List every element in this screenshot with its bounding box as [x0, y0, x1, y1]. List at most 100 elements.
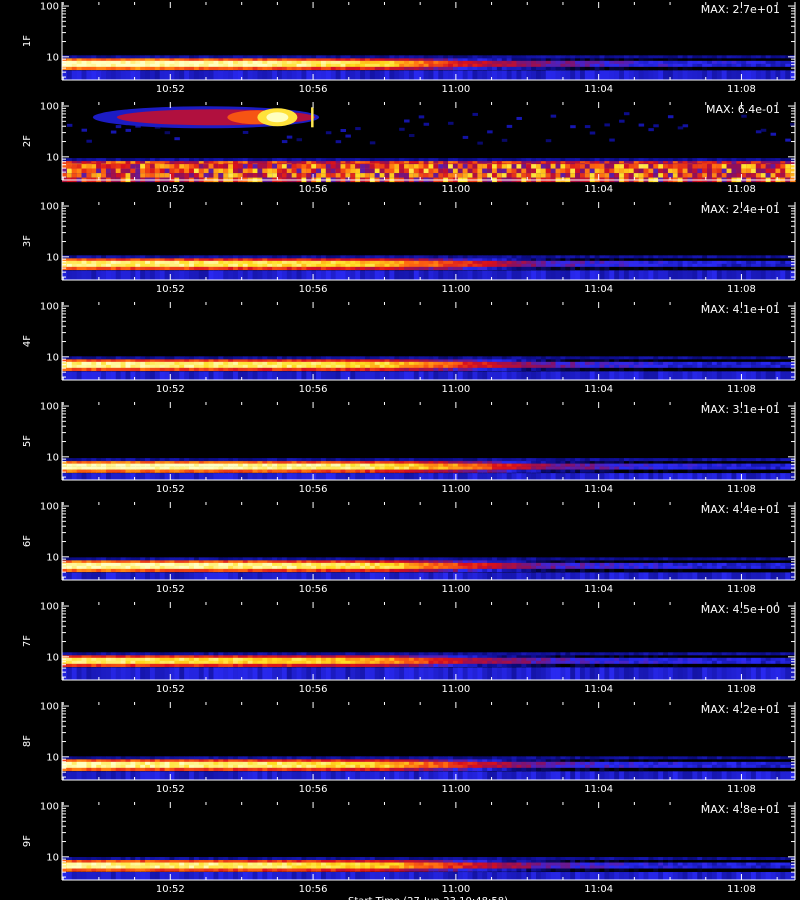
low-band-cell	[604, 371, 610, 380]
band-cell	[702, 260, 708, 265]
halo-cell	[452, 55, 459, 59]
band-cell	[692, 266, 698, 271]
low-band-cell	[233, 70, 239, 80]
band-cell	[120, 466, 127, 470]
band-cell	[511, 266, 518, 271]
band-cell	[521, 60, 527, 65]
band-cell	[731, 60, 737, 65]
band-cell	[345, 63, 351, 68]
band-cell	[184, 469, 190, 473]
halo-cell	[482, 55, 488, 59]
noise-cell	[619, 164, 625, 169]
noise-cell	[570, 164, 576, 169]
band-cell	[584, 263, 591, 268]
band-cell	[369, 63, 376, 68]
band-cell	[184, 361, 190, 366]
halo-cell	[540, 158, 547, 162]
band-cell	[242, 266, 249, 271]
noise-cell	[599, 164, 606, 169]
band-cell	[682, 260, 689, 265]
band-cell	[193, 260, 200, 265]
noise-cell	[81, 168, 88, 174]
band-cell	[223, 463, 229, 467]
low-band-cell	[687, 371, 693, 380]
low-band-cell	[707, 371, 713, 380]
low-band-cell	[492, 270, 498, 280]
band-cell	[193, 263, 200, 268]
blob-peak	[266, 112, 289, 123]
band-cell	[311, 367, 317, 372]
low-band-cell	[355, 473, 361, 480]
band-cell	[648, 361, 654, 366]
low-band-cell	[291, 70, 298, 80]
band-cell	[609, 63, 615, 68]
band-cell	[369, 364, 376, 369]
noise-cell	[457, 168, 464, 174]
band-cell	[189, 260, 195, 265]
low-band-cell	[189, 473, 195, 480]
band-cell	[110, 66, 117, 71]
band-cell	[281, 60, 288, 65]
band-cell	[291, 266, 298, 271]
halo-cell	[433, 55, 439, 59]
halo-cell	[702, 356, 708, 360]
low-band-cell	[589, 70, 596, 80]
band-cell	[623, 361, 630, 366]
band-cell	[86, 260, 92, 265]
band-cell	[433, 66, 439, 71]
low-band-cell	[482, 270, 488, 280]
noise-cell	[687, 168, 693, 174]
low-band-cell	[408, 70, 415, 80]
band-cell	[330, 266, 337, 271]
band-cell	[433, 63, 439, 68]
band-cell	[350, 463, 356, 467]
band-cell	[71, 469, 78, 473]
band-cell	[350, 60, 356, 65]
band-cell	[130, 63, 136, 68]
low-band-cell	[516, 270, 522, 280]
noise-cell	[506, 173, 513, 178]
band-cell	[526, 367, 532, 372]
noise-cell	[428, 168, 434, 174]
low-band-cell	[233, 371, 239, 380]
halo-cell	[76, 158, 83, 162]
band-cell	[526, 266, 532, 271]
band-cell	[716, 63, 723, 68]
band-cell	[599, 364, 606, 369]
band-cell	[247, 60, 254, 65]
band-cell	[335, 266, 342, 271]
band-cell	[145, 66, 151, 71]
noise-cell	[716, 173, 723, 178]
halo-cell	[604, 55, 610, 59]
halo-cell	[418, 55, 425, 59]
speckle-cell	[623, 112, 630, 116]
band-cell	[281, 263, 288, 268]
noise-cell	[277, 164, 283, 169]
band-cell	[408, 60, 415, 65]
halo-cell	[496, 356, 503, 360]
halo-cell	[623, 356, 630, 360]
band-cell	[682, 60, 689, 65]
band-cell	[501, 263, 508, 268]
halo-cell	[492, 356, 498, 360]
noise-cell	[110, 168, 117, 174]
low-band-cell	[360, 371, 366, 380]
band-cell	[247, 260, 254, 265]
halo-cell	[213, 158, 219, 162]
band-cell	[516, 367, 522, 372]
halo-cell	[697, 158, 703, 162]
halo-cell	[149, 158, 156, 162]
band-cell	[506, 66, 513, 71]
band-cell	[105, 266, 112, 271]
noise-cell	[697, 164, 703, 169]
band-cell	[237, 364, 244, 369]
band-cell	[360, 466, 366, 470]
low-band-cell	[374, 270, 381, 280]
speckle-cell	[516, 116, 522, 120]
band-cell	[213, 60, 219, 65]
band-cell	[692, 260, 698, 265]
low-band-cell	[667, 70, 674, 80]
band-cell	[296, 63, 303, 68]
band-cell	[452, 260, 459, 265]
band-cell	[296, 260, 303, 265]
